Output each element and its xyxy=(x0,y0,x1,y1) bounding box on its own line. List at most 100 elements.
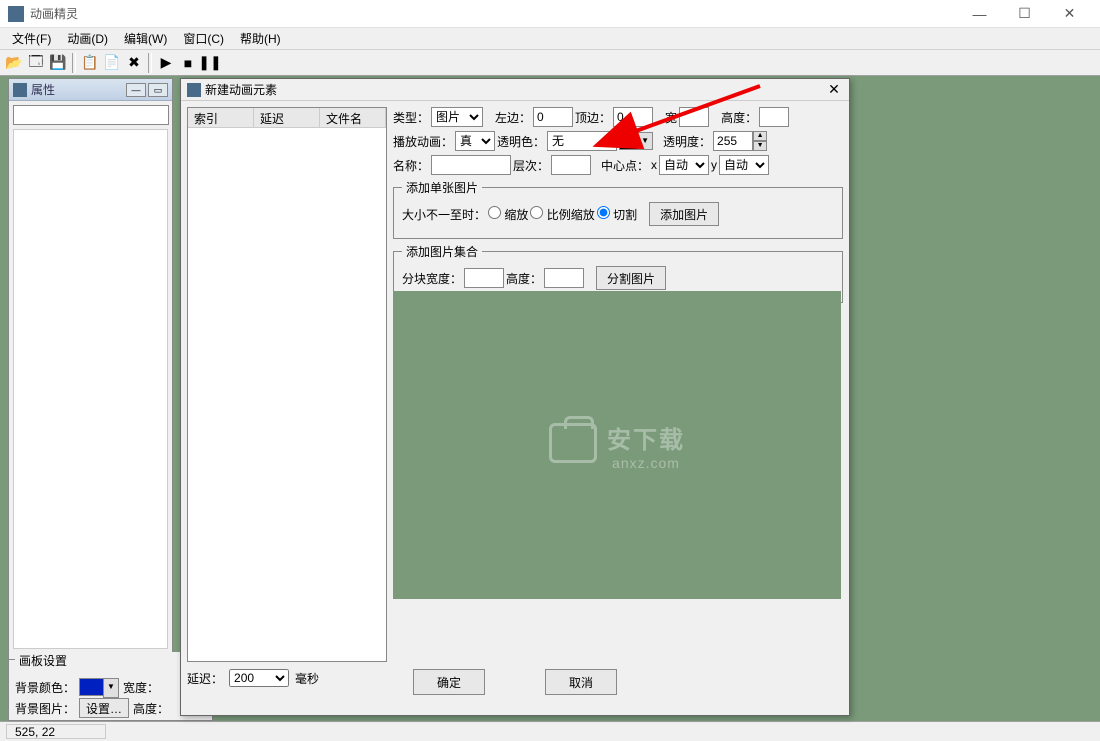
opacity-up[interactable]: ▲ xyxy=(753,131,767,141)
blockw-label: 分块宽度： xyxy=(402,270,462,287)
properties-panel: 属性 — ▭ xyxy=(8,78,173,708)
properties-search-input[interactable] xyxy=(13,105,169,125)
type-select[interactable]: 图片 xyxy=(431,107,483,127)
work-area: 属性 — ▭ 画板设置 背景颜色： 宽度： 背景图片： 设置… 高度： 新建动画… xyxy=(0,76,1100,721)
copy-icon[interactable]: 📋 xyxy=(80,53,100,73)
dialog-icon xyxy=(187,83,201,97)
col-delay[interactable]: 延迟 xyxy=(254,108,320,127)
properties-title: 属性 xyxy=(31,81,124,98)
width-input[interactable] xyxy=(679,107,709,127)
dialog-buttons: 确定 取消 xyxy=(181,669,849,695)
watermark-text1: 安下载 xyxy=(607,420,685,455)
center-x-label: x xyxy=(651,158,657,172)
center-x-select[interactable]: 自动 xyxy=(659,155,709,175)
window-controls: — ☐ ✕ xyxy=(957,0,1092,28)
maximize-button[interactable]: ☐ xyxy=(1002,0,1047,28)
panel-minimize-button[interactable]: — xyxy=(126,83,146,97)
radio-cut[interactable]: 切割 xyxy=(597,206,637,223)
menu-bar: 文件(F) 动画(D) 编辑(W) 窗口(C) 帮助(H) xyxy=(0,28,1100,50)
menu-help[interactable]: 帮助(H) xyxy=(232,28,289,49)
save-icon[interactable]: 💾 xyxy=(48,53,68,73)
layer-label: 层次： xyxy=(513,157,549,174)
watermark-icon xyxy=(549,423,597,463)
new-element-dialog: 新建动画元素 ✕ 索引 延迟 文件名 类型： 图片 左边： 顶边： 宽 xyxy=(180,78,850,716)
bgcolor-label: 背景颜色： xyxy=(15,679,75,696)
layer-input[interactable] xyxy=(551,155,591,175)
watermark: 安下载 anxz.com xyxy=(549,420,685,471)
delete-icon[interactable]: ✖ xyxy=(124,53,144,73)
dialog-close-button[interactable]: ✕ xyxy=(825,81,843,99)
grp2-legend: 添加图片集合 xyxy=(402,243,482,260)
add-image-button[interactable]: 添加图片 xyxy=(649,202,719,226)
dialog-title: 新建动画元素 xyxy=(205,81,825,98)
status-bar: 525, 22 xyxy=(0,721,1100,741)
properties-body xyxy=(13,129,168,649)
opacity-input[interactable] xyxy=(713,131,753,151)
app-icon xyxy=(8,6,24,22)
menu-anim[interactable]: 动画(D) xyxy=(59,28,116,49)
play-icon[interactable]: ▶ xyxy=(156,53,176,73)
grp1-legend: 添加单张图片 xyxy=(402,179,482,196)
status-coords: 525, 22 xyxy=(6,724,106,739)
type-label: 类型： xyxy=(393,109,429,126)
toolbar: 📂 🗔 💾 📋 📄 ✖ ▶ ■ ❚❚ xyxy=(0,50,1100,76)
cancel-button[interactable]: 取消 xyxy=(545,669,617,695)
left-input[interactable] xyxy=(533,107,573,127)
top-label: 顶边： xyxy=(575,109,611,126)
height-label: 高度： xyxy=(721,109,757,126)
properties-header: 属性 — ▭ xyxy=(9,79,172,101)
top-input[interactable] xyxy=(613,107,653,127)
add-single-image-group: 添加单张图片 大小不一至时： 缩放 比例缩放 切割 添加图片 xyxy=(393,179,843,239)
height-input[interactable] xyxy=(759,107,789,127)
bgimg-label: 背景图片： xyxy=(15,700,75,717)
transcolor-picker[interactable]: ▼ xyxy=(619,132,653,150)
name-input[interactable] xyxy=(431,155,511,175)
open-icon[interactable]: 📂 xyxy=(4,53,24,73)
properties-icon xyxy=(13,83,27,97)
blockh-label: 高度： xyxy=(506,270,542,287)
toolbar-separator xyxy=(72,53,76,73)
title-bar: 动画精灵 — ☐ ✕ xyxy=(0,0,1100,28)
paste-icon[interactable]: 📄 xyxy=(102,53,122,73)
center-y-label: y xyxy=(711,158,717,172)
opacity-down[interactable]: ▼ xyxy=(753,141,767,151)
split-image-button[interactable]: 分割图片 xyxy=(596,266,666,290)
size-mismatch-label: 大小不一至时： xyxy=(402,206,486,223)
ok-button[interactable]: 确定 xyxy=(413,669,485,695)
opacity-spinner[interactable]: ▲▼ xyxy=(713,131,767,151)
radio-scale[interactable]: 缩放 xyxy=(488,206,528,223)
bgimg-set-button[interactable]: 设置… xyxy=(79,698,129,718)
menu-edit[interactable]: 编辑(W) xyxy=(116,28,175,49)
minimize-button[interactable]: — xyxy=(957,0,1002,28)
playanim-select[interactable]: 真 xyxy=(455,131,495,151)
radio-propscale[interactable]: 比例缩放 xyxy=(530,206,594,223)
close-button[interactable]: ✕ xyxy=(1047,0,1092,28)
center-y-select[interactable]: 自动 xyxy=(719,155,769,175)
dialog-form: 类型： 图片 左边： 顶边： 宽 高度： 播放动画： 真 透明色： 无 xyxy=(393,107,843,307)
menu-window[interactable]: 窗口(C) xyxy=(175,28,232,49)
blockw-input[interactable] xyxy=(464,268,504,288)
name-label: 名称： xyxy=(393,157,429,174)
center-label: 中心点： xyxy=(601,157,649,174)
toolbar-separator xyxy=(148,53,152,73)
blockh-input[interactable] xyxy=(544,268,584,288)
bgcolor-picker[interactable] xyxy=(79,678,119,696)
panel-restore-button[interactable]: ▭ xyxy=(148,83,168,97)
left-label: 左边： xyxy=(495,109,531,126)
menu-file[interactable]: 文件(F) xyxy=(4,28,59,49)
app-title: 动画精灵 xyxy=(30,5,957,22)
transcolor-select[interactable]: 无 xyxy=(547,131,617,151)
playanim-label: 播放动画： xyxy=(393,133,453,150)
col-filename[interactable]: 文件名 xyxy=(320,108,386,127)
frame-list[interactable]: 索引 延迟 文件名 xyxy=(187,107,387,662)
width-label: 宽 xyxy=(665,109,677,126)
transcolor-label: 透明色： xyxy=(497,133,545,150)
col-index[interactable]: 索引 xyxy=(188,108,254,127)
dialog-header[interactable]: 新建动画元素 ✕ xyxy=(181,79,849,101)
opacity-label: 透明度： xyxy=(663,133,711,150)
watermark-text2: anxz.com xyxy=(607,455,685,471)
canvas-height-label: 高度： xyxy=(133,700,169,717)
new-icon[interactable]: 🗔 xyxy=(26,53,46,73)
stop-icon[interactable]: ■ xyxy=(178,53,198,73)
pause-icon[interactable]: ❚❚ xyxy=(200,53,220,73)
